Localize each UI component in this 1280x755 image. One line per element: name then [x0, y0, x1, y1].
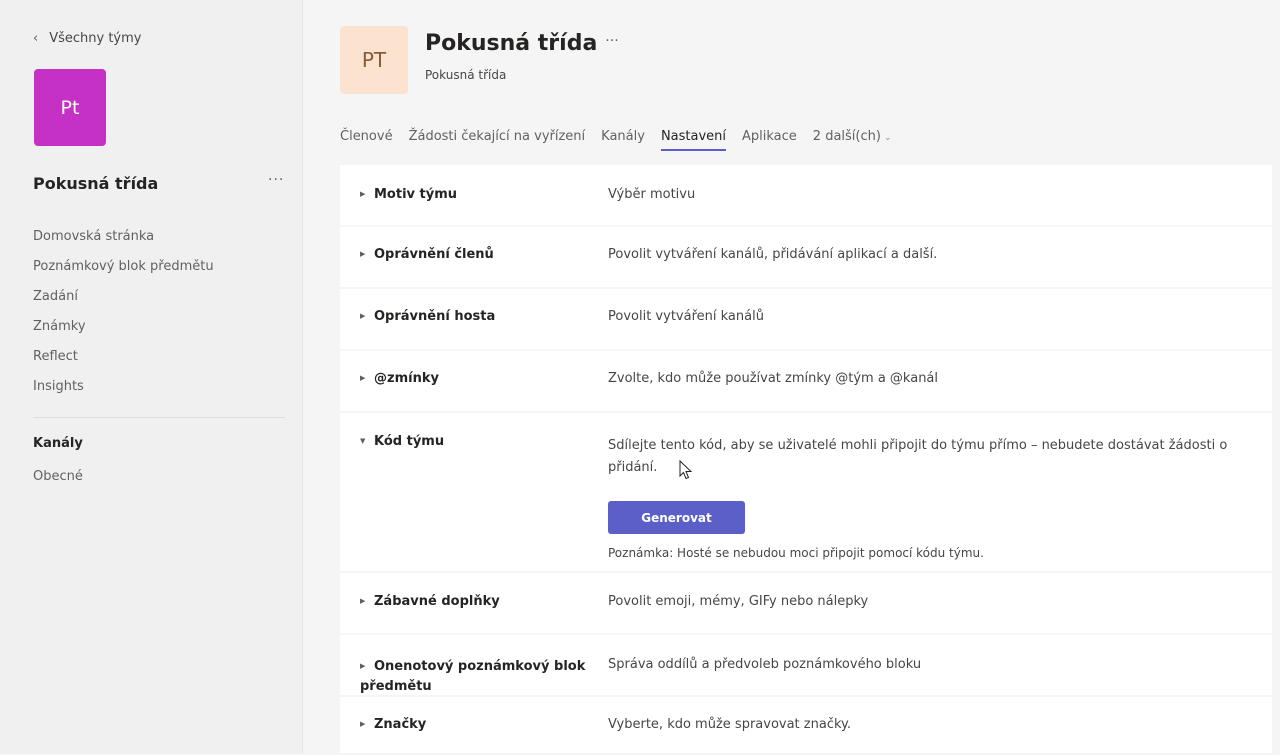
sidebar-divider: [33, 417, 285, 418]
section-toggle-tags[interactable]: ▶ Značky: [360, 717, 426, 732]
sidebar-item-class-notebook[interactable]: Poznámkový blok předmětu: [33, 257, 214, 287]
section-label: Motiv týmu: [374, 187, 458, 202]
section-toggle-fun-stuff[interactable]: ▶ Zábavné doplňky: [360, 594, 500, 609]
settings-row-team-theme: ▶ Motiv týmu Výběr motivu: [340, 165, 1272, 225]
tab-apps[interactable]: Aplikace: [742, 129, 797, 151]
tab-settings[interactable]: Nastavení: [660, 129, 727, 151]
left-sidebar: ‹ Všechny týmy Pt Pokusná třída ··· Domo…: [0, 0, 302, 754]
section-description: Zvolte, kdo může používat zmínky @tým a …: [608, 371, 939, 386]
team-avatar: Pt: [34, 69, 106, 146]
sidebar-item-grades[interactable]: Známky: [33, 317, 214, 347]
team-more-options-icon[interactable]: ···: [268, 172, 284, 188]
caret-down-icon: ▼: [360, 437, 366, 445]
section-description: Vyberte, kdo může spravovat značky.: [608, 717, 852, 732]
settings-row-fun-stuff: ▶ Zábavné doplňky Povolit emoji, mémy, GI…: [340, 573, 1272, 633]
sidebar-team-name: Pokusná třída: [33, 174, 159, 193]
section-label: Onenotový poznámkový blok předmětu: [360, 659, 586, 694]
channels-heading: Kanály: [33, 436, 83, 451]
settings-row-class-notebook: ▶ Onenotový poznámkový blok předmětu Sprá…: [340, 635, 1272, 695]
team-code-note: Poznámka: Hosté se nebudou moci připojit…: [608, 546, 984, 560]
settings-row-team-code: ▼ Kód týmu Sdílejte tento kód, aby se uži…: [340, 413, 1272, 571]
settings-row-tags: ▶ Značky Vyberte, kdo může spravovat znač…: [340, 697, 1272, 753]
back-link-label: Všechny týmy: [49, 31, 142, 46]
generate-code-button[interactable]: Generovat: [608, 501, 745, 534]
settings-row-guest-permissions: ▶ Oprávnění hosta Povolit vytváření kanál…: [340, 289, 1272, 349]
channel-item-general[interactable]: Obecné: [33, 469, 83, 484]
caret-right-icon: ▶: [360, 374, 366, 382]
tab-channels[interactable]: Kanály: [601, 129, 645, 151]
header-team-avatar: PT: [340, 26, 408, 94]
settings-list: ▶ Motiv týmu Výběr motivu ▶ Oprávnění člen…: [340, 165, 1272, 755]
section-toggle-guest-permissions[interactable]: ▶ Oprávnění hosta: [360, 309, 495, 324]
caret-right-icon: ▶: [360, 312, 366, 320]
tab-bar: Členové Žádosti čekající na vyřízení Kan…: [340, 129, 908, 151]
sidebar-nav: Domovská stránka Poznámkový blok předmět…: [33, 227, 214, 407]
caret-right-icon: ▶: [360, 597, 366, 605]
tab-more[interactable]: 2 další(ch) ⌄: [813, 129, 892, 151]
caret-right-icon: ▶: [360, 720, 366, 728]
section-description: Povolit vytváření kanálů, přidávání apli…: [608, 247, 938, 262]
tab-members[interactable]: Členové: [340, 129, 393, 151]
page-title-text: Pokusná třída: [425, 31, 598, 56]
sidebar-item-reflect[interactable]: Reflect: [33, 347, 214, 377]
sidebar-item-home[interactable]: Domovská stránka: [33, 227, 214, 257]
section-label: Kód týmu: [374, 434, 445, 449]
chevron-down-icon: ⌄: [883, 133, 892, 143]
tab-pending-requests[interactable]: Žádosti čekající na vyřízení: [409, 129, 586, 151]
section-toggle-mentions[interactable]: ▶ @zmínky: [360, 371, 439, 386]
section-label: Oprávnění hosta: [374, 309, 496, 324]
page-title: Pokusná třída ···: [425, 31, 619, 56]
sidebar-item-insights[interactable]: Insights: [33, 377, 214, 407]
section-toggle-team-code[interactable]: ▼ Kód týmu: [360, 434, 444, 449]
section-description: Sdílejte tento kód, aby se uživatelé moh…: [608, 438, 1228, 475]
section-toggle-class-notebook[interactable]: ▶ Onenotový poznámkový blok předmětu: [360, 656, 600, 697]
section-label: Zábavné doplňky: [374, 594, 500, 609]
section-label: @zmínky: [374, 371, 439, 386]
section-label: Oprávnění členů: [374, 247, 494, 262]
settings-row-mentions: ▶ @zmínky Zvolte, kdo může používat zmínk…: [340, 351, 1272, 411]
caret-right-icon: ▶: [360, 250, 366, 258]
settings-row-member-permissions: ▶ Oprávnění členů Povolit vytváření kanál…: [340, 227, 1272, 287]
caret-right-icon: ▶: [360, 190, 366, 198]
section-toggle-member-permissions[interactable]: ▶ Oprávnění členů: [360, 247, 494, 262]
section-description: Správa oddílů a předvoleb poznámkového b…: [608, 657, 922, 672]
header-more-options-icon[interactable]: ···: [605, 33, 618, 49]
mouse-pointer-icon: [679, 460, 693, 480]
section-label: Značky: [374, 717, 427, 732]
section-description: Povolit emoji, mémy, GIFy nebo nálepky: [608, 594, 869, 609]
section-description: Povolit vytváření kanálů: [608, 309, 764, 324]
sidebar-item-assignments[interactable]: Zadání: [33, 287, 214, 317]
chevron-left-icon: ‹: [33, 31, 39, 46]
back-to-all-teams-link[interactable]: ‹ Všechny týmy: [33, 31, 141, 46]
caret-right-icon: ▶: [360, 662, 366, 670]
section-toggle-team-theme[interactable]: ▶ Motiv týmu: [360, 187, 457, 202]
page-subtitle: Pokusná třída: [425, 68, 507, 82]
tab-more-label: 2 další(ch): [812, 129, 881, 144]
section-description: Výběr motivu: [608, 187, 696, 202]
